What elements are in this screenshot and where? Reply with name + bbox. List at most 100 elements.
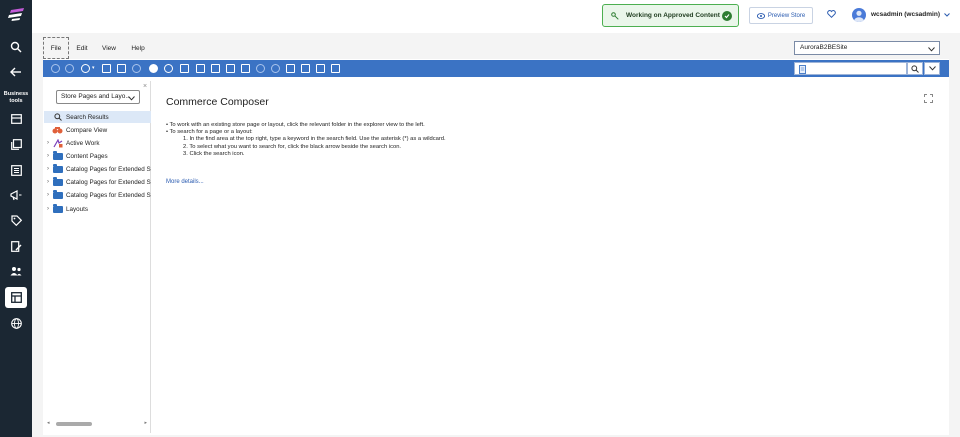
tree-item-catalog-pages-1[interactable]: › Catalog Pages for Extended S	[44, 163, 151, 175]
tree-item-catalog-pages-3[interactable]: › Catalog Pages for Extended S	[44, 189, 151, 201]
find-search-input[interactable]	[794, 62, 907, 75]
chevron-down-icon	[928, 45, 935, 57]
page-title: Commerce Composer	[166, 96, 269, 108]
customers-icon[interactable]	[7, 262, 25, 280]
scrollbar-thumb[interactable]	[56, 422, 92, 426]
user-avatar[interactable]	[852, 8, 866, 22]
edit-document-icon[interactable]	[7, 237, 25, 255]
properties-icon[interactable]	[286, 64, 295, 73]
back-arrow-icon[interactable]	[7, 63, 25, 81]
chevron-down-icon	[928, 66, 936, 71]
tree-item-active-work[interactable]: › Active Work	[44, 137, 151, 149]
store-icon[interactable]	[7, 110, 25, 128]
paste-icon[interactable]	[226, 64, 235, 73]
user-name[interactable]: wcsadmin (wcsadmin)	[871, 11, 940, 18]
expand-arrow-icon[interactable]: ›	[44, 140, 52, 146]
globe-icon[interactable]	[7, 314, 25, 332]
tree-item-label: Compare View	[66, 126, 108, 134]
more-details-link[interactable]: More details...	[166, 179, 204, 185]
new-icon[interactable]	[81, 64, 90, 73]
back-icon[interactable]	[51, 64, 60, 73]
catalog-icon[interactable]	[7, 135, 25, 153]
layout-icon[interactable]	[180, 64, 189, 73]
menu-help[interactable]: Help	[127, 37, 149, 59]
approved-content-badge[interactable]: Working on Approved Content	[602, 4, 739, 27]
expand-arrow-icon[interactable]: ›	[44, 179, 52, 185]
expand-arrow-icon[interactable]: ›	[44, 166, 52, 172]
instruction-line: • To work with an existing store page or…	[166, 122, 425, 128]
tree-item-label: Layouts	[66, 205, 89, 213]
instruction-line: • To search for a page or a layout:	[166, 129, 253, 136]
horizontal-scrollbar[interactable]: ◂ ▸	[44, 420, 150, 427]
scroll-left-icon[interactable]: ◂	[47, 420, 50, 426]
maximize-icon[interactable]	[924, 94, 933, 105]
find-icon[interactable]	[271, 64, 280, 73]
refresh-icon[interactable]	[132, 64, 141, 73]
restore-icon[interactable]	[331, 64, 340, 73]
preview-store-button[interactable]: Preview Store	[749, 7, 813, 24]
find-search-button[interactable]	[907, 62, 923, 75]
new-dropdown-chevron-icon[interactable]: ▾	[92, 65, 95, 71]
instruction-step: 1. In the find area at the top right, ty…	[183, 136, 446, 143]
search-type-dropdown[interactable]	[924, 62, 940, 75]
document-icon[interactable]	[241, 64, 250, 73]
top-header: Working on Approved Content Preview Stor…	[32, 0, 960, 33]
expand-arrow-icon[interactable]: ›	[44, 153, 52, 159]
maximize-icon[interactable]	[316, 64, 325, 73]
menu-bar: File Edit View Help AuroraB2BESite	[43, 37, 949, 59]
explorer-view: × Store Pages and Layo... Search Results…	[44, 81, 151, 433]
tree-item-label: Content Pages	[66, 152, 108, 160]
tree-item-label: Catalog Pages for Extended S	[66, 191, 151, 199]
tree-item-label: Catalog Pages for Extended S	[66, 178, 151, 186]
monitor-icon[interactable]	[196, 64, 205, 73]
search-icon	[52, 113, 63, 122]
folder-icon	[52, 189, 63, 200]
key-icon	[611, 11, 619, 20]
chevron-down-icon[interactable]	[944, 12, 950, 19]
close-icon[interactable]: ×	[143, 83, 147, 90]
menu-view[interactable]: View	[97, 37, 121, 59]
store-selected-value: AuroraB2BESite	[800, 44, 848, 51]
menu-edit[interactable]: Edit	[71, 37, 93, 59]
menu-file[interactable]: File	[43, 37, 69, 59]
split-view-icon[interactable]	[301, 64, 310, 73]
folder-icon	[52, 203, 63, 214]
document-type-icon	[799, 65, 806, 74]
search-icon[interactable]	[7, 38, 25, 56]
tree-item-label: Active Work	[66, 139, 100, 147]
tree-item-content-pages[interactable]: › Content Pages	[44, 150, 151, 162]
expand-arrow-icon[interactable]: ›	[44, 206, 52, 212]
save-icon[interactable]	[117, 64, 126, 73]
folder-icon	[52, 150, 63, 161]
commerce-composer-panel: File Edit View Help AuroraB2BESite ▾ × S…	[43, 37, 949, 435]
folder-icon	[52, 163, 63, 174]
open-folder-icon[interactable]	[102, 64, 111, 73]
web-icon[interactable]	[164, 64, 173, 73]
explorer-view-selector[interactable]: Store Pages and Layo...	[56, 90, 140, 104]
tree-item-catalog-pages-2[interactable]: › Catalog Pages for Extended S	[44, 176, 151, 188]
business-tools-label: Business tools	[3, 91, 29, 104]
forward-icon[interactable]	[65, 64, 74, 73]
scroll-right-icon[interactable]: ▸	[144, 420, 147, 426]
compare-icon	[52, 126, 63, 135]
marketing-megaphone-icon[interactable]	[7, 186, 25, 204]
stop-icon[interactable]	[149, 64, 158, 73]
app-logo	[8, 8, 24, 21]
instruction-step: 2. To select what you want to search for…	[183, 143, 402, 150]
expand-arrow-icon[interactable]: ›	[44, 192, 52, 198]
tree-item-label: Catalog Pages for Extended S	[66, 165, 151, 173]
commerce-composer-icon[interactable]	[5, 287, 27, 308]
left-nav: Business tools	[0, 0, 32, 437]
copy-icon[interactable]	[211, 64, 220, 73]
store-selector[interactable]: AuroraB2BESite	[794, 41, 940, 55]
preview-store-label: Preview Store	[767, 12, 806, 19]
delete-icon[interactable]	[256, 64, 265, 73]
tree-item-search-results[interactable]: Search Results	[44, 111, 151, 123]
promotions-tag-icon[interactable]	[7, 211, 25, 229]
orders-icon[interactable]	[7, 161, 25, 179]
eye-icon	[756, 12, 765, 19]
welcome-content: Commerce Composer • To work with an exis…	[154, 81, 945, 431]
tree-item-compare-view[interactable]: Compare View	[44, 124, 151, 136]
tree-item-layouts[interactable]: › Layouts	[44, 203, 151, 215]
favorites-heart-icon[interactable]	[827, 10, 836, 20]
